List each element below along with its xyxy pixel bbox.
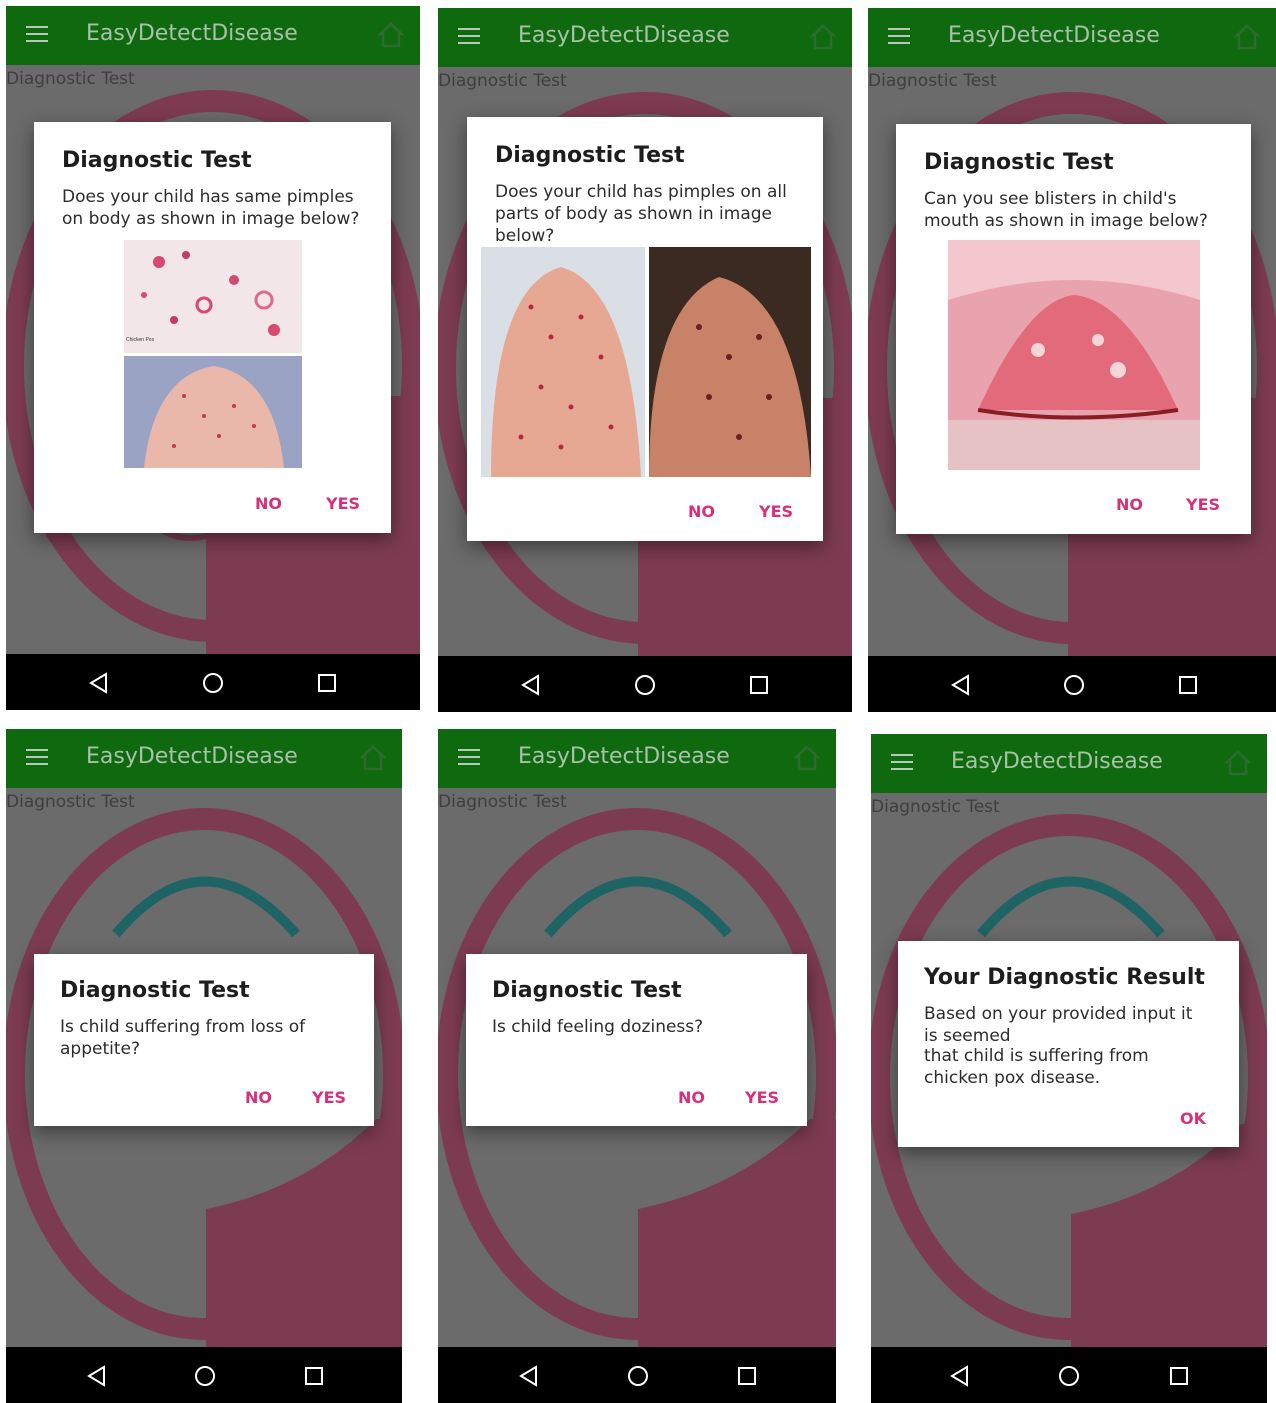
page-subtitle: Diagnostic Test xyxy=(6,69,135,89)
no-button[interactable]: NO xyxy=(678,1088,705,1107)
screen-2: EasyDetectDisease Diagnostic Test Diagno… xyxy=(438,8,852,712)
dialog-title: Diagnostic Test xyxy=(924,150,1114,175)
system-nav-bar xyxy=(6,1347,402,1403)
hamburger-menu-icon[interactable] xyxy=(891,752,915,772)
diagnostic-dialog: Diagnostic Test Is child suffering from … xyxy=(34,954,374,1126)
yes-button[interactable]: YES xyxy=(1186,495,1220,514)
app-title: EasyDetectDisease xyxy=(86,744,298,769)
chicken-pox-back-image xyxy=(124,356,302,468)
home-circle-icon[interactable] xyxy=(1061,672,1087,698)
home-icon[interactable] xyxy=(1223,748,1253,778)
diagnostic-dialog: Diagnostic Test Does your child has pimp… xyxy=(467,117,823,541)
hamburger-menu-icon[interactable] xyxy=(458,747,482,767)
no-button[interactable]: NO xyxy=(245,1088,272,1107)
app-bar: EasyDetectDisease xyxy=(871,734,1267,793)
home-icon[interactable] xyxy=(792,743,822,773)
yes-button[interactable]: YES xyxy=(312,1088,346,1107)
home-circle-icon[interactable] xyxy=(200,670,226,696)
app-title: EasyDetectDisease xyxy=(518,23,730,48)
hamburger-menu-icon[interactable] xyxy=(888,26,912,46)
dialog-message: Can you see blisters in child's mouth as… xyxy=(924,189,1208,231)
result-dialog: Your Diagnostic Result Based on your pro… xyxy=(898,941,1239,1147)
system-nav-bar xyxy=(438,1347,836,1403)
home-icon[interactable] xyxy=(1232,22,1262,52)
screen-3: EasyDetectDisease Diagnostic Test Diagno… xyxy=(868,8,1276,712)
back-triangle-icon[interactable] xyxy=(86,670,112,696)
back-triangle-icon[interactable] xyxy=(947,1363,973,1389)
page-subtitle: Diagnostic Test xyxy=(438,71,567,91)
dialog-title: Diagnostic Test xyxy=(60,978,250,1003)
pimples-back-image-left xyxy=(481,247,645,477)
home-circle-icon[interactable] xyxy=(192,1363,218,1389)
dialog-title: Diagnostic Test xyxy=(492,978,682,1003)
yes-button[interactable]: YES xyxy=(745,1088,779,1107)
screen-4: EasyDetectDisease Diagnostic Test Diagno… xyxy=(6,729,402,1403)
system-nav-bar xyxy=(868,656,1276,712)
screen-6: EasyDetectDisease Diagnostic Test Your D… xyxy=(871,734,1267,1403)
page-subtitle: Diagnostic Test xyxy=(871,797,1000,817)
recents-square-icon[interactable] xyxy=(314,670,340,696)
system-nav-bar xyxy=(6,654,420,710)
app-bar: EasyDetectDisease xyxy=(438,729,836,788)
dialog-message: Does your child has pimples on all parts… xyxy=(495,182,787,246)
dialog-title: Your Diagnostic Result xyxy=(924,965,1205,990)
app-bar: EasyDetectDisease xyxy=(868,8,1276,67)
home-icon[interactable] xyxy=(358,743,388,773)
result-message-line2: that child is suffering from chicken pox… xyxy=(924,1046,1149,1088)
pimples-back-image-right xyxy=(649,247,811,477)
app-title: EasyDetectDisease xyxy=(951,749,1163,774)
back-triangle-icon[interactable] xyxy=(84,1363,110,1389)
diagnostic-dialog: Diagnostic Test Does your child has same… xyxy=(34,122,391,533)
screen-1: EasyDetectDisease Diagnostic Test Diagno… xyxy=(6,6,420,710)
home-icon[interactable] xyxy=(376,20,406,50)
recents-square-icon[interactable] xyxy=(301,1363,327,1389)
hamburger-menu-icon[interactable] xyxy=(26,747,50,767)
no-button[interactable]: NO xyxy=(1116,495,1143,514)
app-bar: EasyDetectDisease xyxy=(6,729,402,788)
home-icon[interactable] xyxy=(808,22,838,52)
result-message-line1: Based on your provided input it is seeme… xyxy=(924,1004,1193,1046)
yes-button[interactable]: YES xyxy=(326,494,360,513)
chicken-pox-close-up-image: Chicken Pox xyxy=(124,240,302,353)
dialog-message: Is child suffering from loss of appetite… xyxy=(60,1017,306,1059)
dialog-title: Diagnostic Test xyxy=(62,148,252,173)
hamburger-menu-icon[interactable] xyxy=(458,26,482,46)
system-nav-bar xyxy=(438,656,852,712)
app-bar: EasyDetectDisease xyxy=(438,8,852,67)
diagnostic-dialog: Diagnostic Test Can you see blisters in … xyxy=(896,124,1251,534)
app-title: EasyDetectDisease xyxy=(86,21,298,46)
app-title: EasyDetectDisease xyxy=(518,744,730,769)
no-button[interactable]: NO xyxy=(255,494,282,513)
recents-square-icon[interactable] xyxy=(746,672,772,698)
hamburger-menu-icon[interactable] xyxy=(26,24,50,44)
app-title: EasyDetectDisease xyxy=(948,23,1160,48)
system-nav-bar xyxy=(871,1347,1267,1403)
page-subtitle: Diagnostic Test xyxy=(438,792,567,812)
recents-square-icon[interactable] xyxy=(734,1363,760,1389)
screen-5: EasyDetectDisease Diagnostic Test Diagno… xyxy=(438,729,836,1403)
dialog-message: Does your child has same pimples on body… xyxy=(62,187,360,229)
dialog-title: Diagnostic Test xyxy=(495,143,685,168)
recents-square-icon[interactable] xyxy=(1175,672,1201,698)
dialog-message: Is child feeling doziness? xyxy=(492,1017,704,1037)
image-caption: Chicken Pox xyxy=(126,337,155,343)
ok-button[interactable]: OK xyxy=(1180,1109,1206,1128)
home-circle-icon[interactable] xyxy=(625,1363,651,1389)
mouth-blisters-image xyxy=(948,240,1200,470)
home-circle-icon[interactable] xyxy=(632,672,658,698)
back-triangle-icon[interactable] xyxy=(948,672,974,698)
back-triangle-icon[interactable] xyxy=(516,1363,542,1389)
page-subtitle: Diagnostic Test xyxy=(868,71,997,91)
diagnostic-dialog: Diagnostic Test Is child feeling dozines… xyxy=(466,954,807,1126)
no-button[interactable]: NO xyxy=(688,502,715,521)
page-subtitle: Diagnostic Test xyxy=(6,792,135,812)
recents-square-icon[interactable] xyxy=(1166,1363,1192,1389)
back-triangle-icon[interactable] xyxy=(518,672,544,698)
yes-button[interactable]: YES xyxy=(759,502,793,521)
home-circle-icon[interactable] xyxy=(1056,1363,1082,1389)
app-bar: EasyDetectDisease xyxy=(6,6,420,65)
